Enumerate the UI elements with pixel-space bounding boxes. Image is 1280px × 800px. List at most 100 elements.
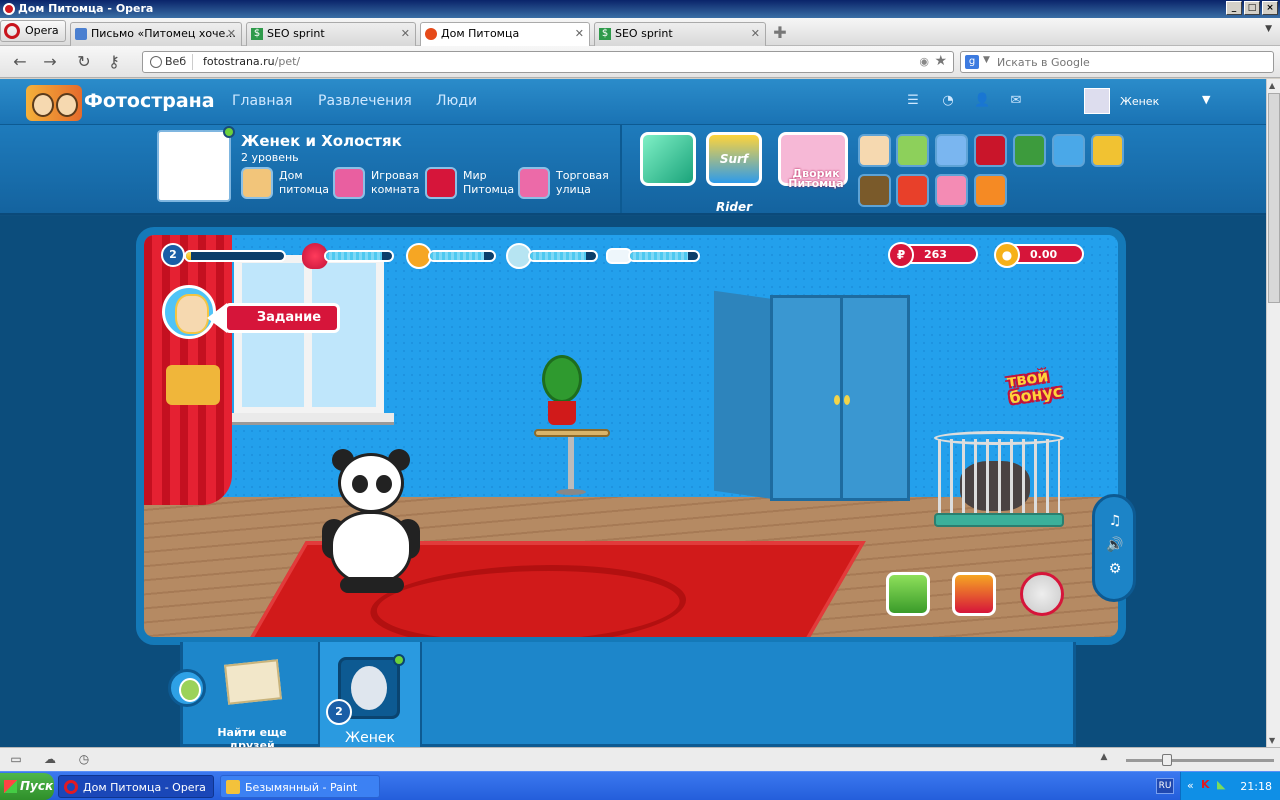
- treasure-chest-icon[interactable]: [858, 174, 891, 207]
- hunger-bar: [528, 250, 598, 262]
- pet-name[interactable]: Женек и Холостяк: [241, 132, 402, 150]
- close-button[interactable]: ×: [1262, 1, 1278, 15]
- speed-dial-icon[interactable]: ◷: [76, 752, 92, 766]
- chevron-down-icon[interactable]: ▼: [983, 55, 990, 65]
- opera-icon: [3, 3, 15, 15]
- opera-logo-icon: [4, 23, 20, 39]
- opera-menu-button[interactable]: Opera: [0, 20, 66, 42]
- tab-close-icon[interactable]: ✕: [401, 23, 410, 45]
- rubles-counter[interactable]: ₽ 263: [888, 242, 978, 268]
- friends-icon[interactable]: [168, 669, 206, 707]
- language-indicator[interactable]: RU: [1156, 778, 1174, 794]
- wardrobe[interactable]: [714, 290, 910, 505]
- panel-toggle-icon[interactable]: ▭: [8, 752, 24, 766]
- rocket-icon[interactable]: [935, 134, 968, 167]
- xp-bar-fill: [186, 252, 191, 260]
- web-badge[interactable]: Веб: [147, 54, 194, 70]
- scrollbar-thumb[interactable]: [1268, 93, 1280, 303]
- find-friends-label[interactable]: Найти еще друзей: [216, 726, 288, 747]
- island-icon[interactable]: [896, 134, 929, 167]
- shield-icon[interactable]: [974, 134, 1007, 167]
- diamond-icon[interactable]: [640, 132, 696, 186]
- start-button[interactable]: Пуск: [0, 773, 54, 800]
- quest-widget[interactable]: Задание: [162, 285, 352, 355]
- box-icon[interactable]: [974, 174, 1007, 207]
- gold-counter[interactable]: ● 0.00: [994, 242, 1084, 268]
- game-room: 2 ₽ 263 ● 0.00 Задание твой бонус: [136, 227, 1126, 645]
- cake-icon[interactable]: [858, 134, 891, 167]
- network-icon[interactable]: ◣: [1217, 778, 1225, 791]
- site-logo[interactable]: Фотострана: [26, 85, 215, 121]
- address-bar[interactable]: Веб fotostrana.ru/pet/ ◉ ★: [142, 51, 954, 73]
- nav-home[interactable]: Главная: [232, 93, 292, 109]
- friend-name[interactable]: Женек: [330, 730, 410, 746]
- scroll-down-icon[interactable]: ▼: [1269, 736, 1275, 745]
- task-opera[interactable]: Дом Питомца - Opera: [58, 775, 214, 798]
- tab-mail[interactable]: Письмо «Питомец хоче... ✕: [70, 22, 242, 46]
- tab-close-icon[interactable]: ✕: [227, 23, 236, 45]
- pie-chart-icon[interactable]: ◔: [940, 93, 956, 109]
- pet-level: 2 уровень: [241, 151, 299, 164]
- user-name[interactable]: Женек: [1120, 95, 1159, 108]
- new-tab-button[interactable]: ✚: [770, 23, 790, 43]
- vertical-scrollbar[interactable]: ▲ ▼: [1266, 79, 1280, 747]
- search-input[interactable]: [997, 54, 1267, 70]
- pet-cage[interactable]: [934, 431, 1064, 527]
- zoom-slider-knob[interactable]: [1162, 754, 1172, 766]
- nav-people[interactable]: Люди: [436, 93, 477, 109]
- google-icon[interactable]: g: [965, 55, 979, 69]
- forward-button[interactable]: →: [40, 52, 60, 72]
- invite-envelope-icon[interactable]: [224, 659, 282, 705]
- tab-close-icon[interactable]: ✕: [751, 23, 760, 45]
- reload-button[interactable]: ↻: [74, 52, 94, 72]
- list-icon[interactable]: ☰: [905, 93, 921, 109]
- compass-icon[interactable]: [1020, 572, 1064, 616]
- avatar[interactable]: [1084, 88, 1110, 114]
- potted-plant-table[interactable]: [534, 355, 614, 505]
- user-menu-chevron-icon[interactable]: ▼: [1202, 93, 1210, 106]
- bonus-badge[interactable]: твой бонус: [1002, 363, 1080, 433]
- minimize-button[interactable]: _: [1226, 1, 1242, 15]
- key-icon[interactable]: ⚷: [104, 52, 124, 72]
- bookmark-star-icon[interactable]: ★: [934, 53, 947, 69]
- zoom-up-icon[interactable]: ▲: [1096, 752, 1112, 766]
- gift-box-icon[interactable]: [886, 572, 930, 616]
- online-indicator: [393, 654, 405, 666]
- surf-rider-game-icon[interactable]: Surf Rider: [706, 132, 762, 214]
- quest-button[interactable]: Задание: [207, 303, 340, 333]
- tab-pet-home[interactable]: Дом Питомца ✕: [420, 22, 590, 46]
- fighter-jet-icon[interactable]: [1052, 134, 1085, 167]
- search-box[interactable]: g ▼: [960, 51, 1274, 73]
- tab-seo-sprint[interactable]: $ SEO sprint ✕: [246, 22, 416, 46]
- settings-gear-icon[interactable]: ⚙: [1105, 559, 1125, 579]
- mail-icon[interactable]: ✉: [1008, 93, 1024, 109]
- back-button[interactable]: ←: [10, 52, 30, 72]
- pet-avatar[interactable]: [157, 126, 235, 202]
- window-sill: [224, 413, 394, 425]
- tray-expand-icon[interactable]: «: [1187, 779, 1194, 792]
- tab-list-chevron-icon[interactable]: ▼: [1265, 24, 1272, 34]
- snack-gift-icon[interactable]: [166, 365, 220, 405]
- speaker-icon[interactable]: 🔊: [1105, 535, 1125, 555]
- home-icon[interactable]: [952, 572, 996, 616]
- tab-seo-sprint-2[interactable]: $ SEO sprint ✕: [594, 22, 766, 46]
- dvorik-cow-icon[interactable]: Дворик Питомца: [778, 132, 848, 189]
- url-text[interactable]: fotostrana.ru/pet/: [203, 55, 300, 68]
- bear-icon[interactable]: [1091, 134, 1124, 167]
- zoom-slider[interactable]: [1126, 754, 1274, 766]
- music-note-icon[interactable]: ♫: [1105, 511, 1125, 531]
- maximize-button[interactable]: □: [1244, 1, 1260, 15]
- panda-pet[interactable]: [322, 449, 422, 593]
- rss-icon[interactable]: ◉: [919, 55, 929, 68]
- users-icon[interactable]: 👤: [974, 93, 990, 109]
- task-paint[interactable]: Безымянный - Paint: [220, 775, 380, 798]
- puzzle-ball-icon[interactable]: [896, 174, 929, 207]
- opera-unite-cloud-icon[interactable]: ☁: [42, 752, 58, 766]
- tree-icon[interactable]: [1013, 134, 1046, 167]
- girl-icon[interactable]: [935, 174, 968, 207]
- kaspersky-icon[interactable]: K: [1201, 778, 1210, 791]
- cleanliness-bar: [628, 250, 700, 262]
- nav-entertainment[interactable]: Развлечения: [318, 93, 412, 109]
- scroll-up-icon[interactable]: ▲: [1269, 81, 1275, 90]
- tab-close-icon[interactable]: ✕: [575, 23, 584, 45]
